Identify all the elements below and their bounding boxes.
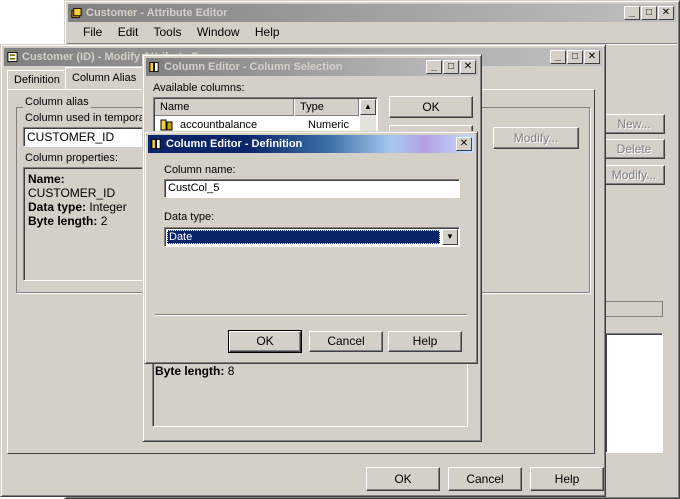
column-selection-titlebar[interactable]: Column Editor - Column Selection _ □ ✕ [146, 58, 478, 76]
delete-button[interactable]: Delete [603, 139, 665, 159]
close-button[interactable]: ✕ [460, 60, 476, 74]
list-scrollbar[interactable]: ▲ [360, 99, 376, 135]
dropdown-arrow-icon[interactable]: ▼ [442, 229, 458, 245]
column-used-value: CUSTOMER_ID [27, 130, 115, 144]
help-button-main[interactable]: Help [530, 467, 604, 491]
cancel-button[interactable]: Cancel [309, 331, 383, 352]
column-header-type[interactable]: Type [295, 99, 359, 116]
column-name-label: Column name: [164, 164, 236, 176]
menu-help[interactable]: Help [255, 25, 280, 39]
column-properties-label: Column properties: [25, 152, 118, 164]
scroll-up-arrow-icon[interactable]: ▲ [360, 99, 376, 115]
column-used-label: Column used in temporary [25, 112, 155, 124]
menu-tools[interactable]: Tools [154, 25, 182, 39]
data-type-selected: Date [167, 230, 440, 244]
close-button[interactable]: ✕ [456, 137, 472, 151]
column-name-input[interactable]: CustCol_5 [164, 179, 460, 198]
new-button[interactable]: New... [603, 114, 665, 134]
property-name-row: Name: CUSTOMER_ID [28, 172, 116, 200]
property-byte-length-row: Byte length: 2 [28, 214, 108, 228]
data-type-label: Data type: [164, 211, 215, 223]
list-header-strip [605, 301, 663, 317]
menu-window[interactable]: Window [197, 25, 240, 39]
column-selection-title: Column Editor - Column Selection [164, 61, 343, 73]
table-column-icon [160, 119, 173, 131]
menu-file[interactable]: File [83, 25, 102, 39]
maximize-button[interactable]: □ [567, 50, 583, 64]
byte-length-row: Byte length: 8 [155, 364, 235, 378]
cube-icon [71, 7, 82, 19]
property-data-type-row: Data type: Integer [28, 200, 127, 214]
column-header-name[interactable]: Name [155, 99, 294, 116]
ok-button-selection[interactable]: OK [389, 96, 473, 118]
list-item-name: accountbalance [180, 119, 258, 131]
ok-button[interactable]: OK [228, 330, 302, 353]
right-list-area[interactable] [605, 333, 663, 453]
definition-dialog: Column Editor - Definition ✕ Column name… [144, 131, 478, 364]
ok-button-main[interactable]: OK [366, 467, 440, 491]
column-properties-box: Name: CUSTOMER_ID Data type: Integer Byt… [23, 167, 145, 281]
menu-bar: File Edit Tools Window Help [83, 25, 292, 39]
tab-definition[interactable]: Definition [7, 70, 67, 90]
help-button[interactable]: Help [388, 331, 462, 352]
data-type-select[interactable]: Date ▼ [164, 227, 460, 247]
close-button[interactable]: ✕ [658, 6, 674, 20]
maximize-button[interactable]: □ [443, 60, 459, 74]
column-icon [151, 138, 161, 150]
minimize-button[interactable]: _ [624, 6, 640, 20]
minimize-button[interactable]: _ [550, 50, 566, 64]
column-used-field[interactable]: CUSTOMER_ID [23, 127, 143, 147]
minimize-button[interactable]: _ [426, 60, 442, 74]
column-icon [149, 61, 159, 73]
column-selection-properties: Byte length: 8 [152, 355, 468, 427]
cancel-button-main[interactable]: Cancel [448, 467, 522, 491]
attribute-editor-title: Customer - Attribute Editor [86, 7, 228, 19]
data-type-value: Date [169, 231, 193, 243]
maximize-button[interactable]: □ [641, 6, 657, 20]
close-button[interactable]: ✕ [584, 50, 600, 64]
tab-column-alias[interactable]: Column Alias [65, 67, 144, 90]
menu-edit[interactable]: Edit [118, 25, 139, 39]
column-name-value: CustCol_5 [168, 182, 220, 194]
available-columns-label: Available columns: [153, 82, 245, 94]
modify-button-right[interactable]: Modify... [603, 165, 665, 185]
definition-titlebar[interactable]: Column Editor - Definition ✕ [148, 135, 474, 153]
modify-button[interactable]: Modify... [493, 127, 579, 149]
column-alias-group-label: Column alias [23, 96, 91, 108]
form-icon [7, 51, 18, 63]
attribute-editor-titlebar[interactable]: Customer - Attribute Editor _ □ ✕ [68, 4, 676, 22]
definition-title: Column Editor - Definition [166, 138, 303, 150]
list-item-type: Numeric [308, 119, 349, 131]
dialog-divider [155, 314, 467, 316]
